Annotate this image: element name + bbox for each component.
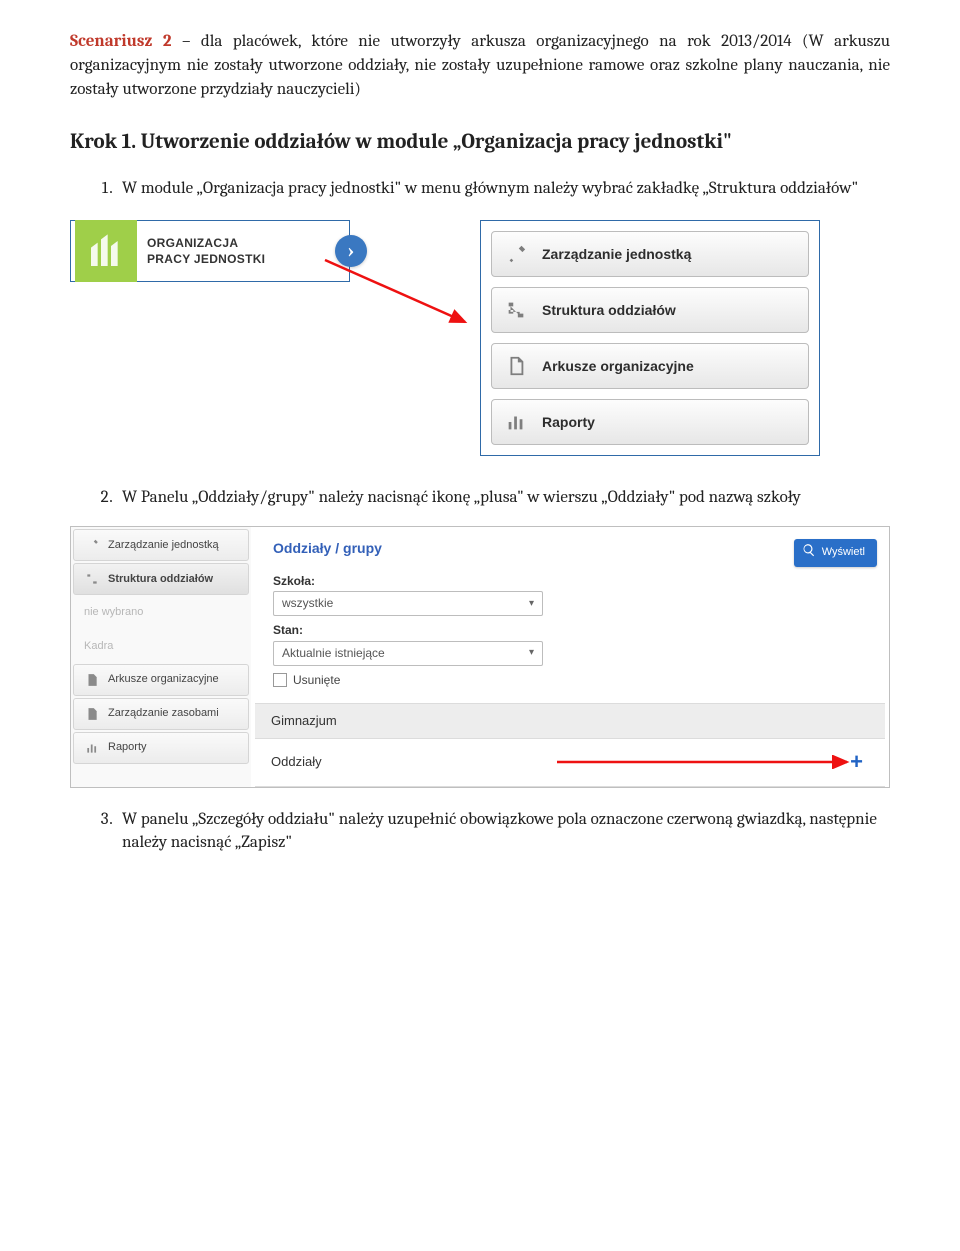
- panel-title: Oddziały / grupy: [273, 539, 382, 559]
- side-struktura[interactable]: Struktura oddziałów: [73, 563, 249, 595]
- stan-select[interactable]: Aktualnie istniejące: [273, 641, 543, 666]
- menu-zarzadzanie[interactable]: Zarządzanie jednostką: [491, 231, 809, 277]
- side-raporty[interactable]: Raporty: [73, 732, 249, 764]
- school-select[interactable]: wszystkie: [273, 591, 543, 616]
- deleted-label: Usunięte: [293, 672, 340, 689]
- building-icon: [75, 220, 137, 282]
- menu-label: Struktura oddziałów: [542, 301, 676, 321]
- intro-text: – dla placówek, które nie utworzyły arku…: [70, 32, 890, 99]
- module-row: ORGANIZACJAPRACY JEDNOSTKI Zarządzanie j…: [70, 220, 890, 456]
- app-sidebar: Zarządzanie jednostką Struktura oddziałó…: [71, 527, 251, 786]
- bars-icon: [504, 410, 528, 434]
- side-arkusze[interactable]: Arkusze organizacyjne: [73, 664, 249, 696]
- side-kadra: Kadra: [73, 631, 249, 662]
- menu-raporty[interactable]: Raporty: [491, 399, 809, 445]
- side-zasoby[interactable]: Zarządzanie zasobami: [73, 698, 249, 730]
- intro-paragraph: Scenariusz 2 – dla placówek, które nie u…: [70, 30, 890, 101]
- sheets-icon: [504, 354, 528, 378]
- step-1: W module „Organizacja pracy jednostki" w…: [116, 177, 890, 201]
- side-niewybrano: nie wybrano: [73, 597, 249, 628]
- menu-label: Raporty: [542, 413, 595, 433]
- wrench-icon: [84, 537, 100, 553]
- krok1-heading: Krok 1. Utworzenie oddziałów w module „O…: [70, 129, 890, 156]
- scenario-label: Scenariusz 2: [70, 32, 171, 51]
- app-panel: Zarządzanie jednostką Struktura oddziałó…: [70, 526, 890, 787]
- expand-arrow-icon[interactable]: [335, 235, 367, 267]
- tree-icon: [504, 298, 528, 322]
- content-area: Oddziały / grupy Wyświetl Szkoła: wszyst…: [251, 527, 889, 786]
- module-label: ORGANIZACJAPRACY JEDNOSTKI: [147, 235, 265, 269]
- search-button[interactable]: Wyświetl: [794, 539, 877, 566]
- step-3: W panelu „Szczegóły oddziału" należy uzu…: [116, 808, 890, 856]
- search-label: Wyświetl: [822, 545, 865, 560]
- filter-school-label: Szkoła:: [273, 573, 867, 590]
- menu-panel: Zarządzanie jednostką Struktura oddziałó…: [480, 220, 820, 456]
- sheets-icon: [84, 706, 100, 722]
- menu-label: Arkusze organizacyjne: [542, 357, 694, 377]
- step-2: W Panelu „Oddziały/grupy" należy nacisną…: [116, 486, 890, 510]
- menu-label: Zarządzanie jednostką: [542, 245, 691, 265]
- side-zarzadzanie[interactable]: Zarządzanie jednostką: [73, 529, 249, 561]
- red-arrow-2: [557, 755, 857, 769]
- oddzialy-label: Oddziały: [271, 753, 322, 771]
- menu-arkusze[interactable]: Arkusze organizacyjne: [491, 343, 809, 389]
- deleted-checkbox[interactable]: [273, 673, 287, 687]
- filter-stan-label: Stan:: [273, 622, 867, 639]
- gimnazjum-row[interactable]: Gimnazjum: [255, 703, 885, 738]
- oddzialy-row[interactable]: Oddziały +: [255, 738, 885, 787]
- search-icon: [802, 543, 816, 562]
- sheets-icon: [84, 672, 100, 688]
- plus-icon[interactable]: +: [850, 747, 863, 778]
- wrench-icon: [504, 242, 528, 266]
- menu-struktura[interactable]: Struktura oddziałów: [491, 287, 809, 333]
- module-card[interactable]: ORGANIZACJAPRACY JEDNOSTKI: [70, 220, 350, 282]
- bars-icon: [84, 740, 100, 756]
- tree-icon: [84, 571, 100, 587]
